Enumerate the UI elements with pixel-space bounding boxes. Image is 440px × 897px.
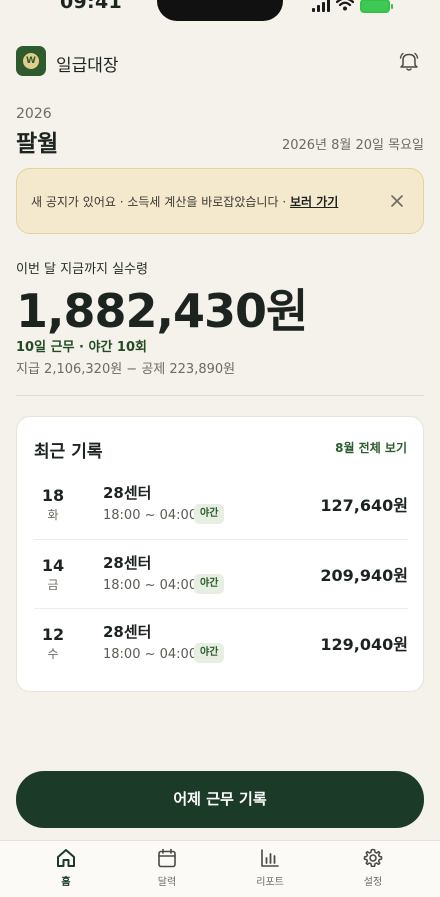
section-divider	[16, 395, 424, 396]
month-title: 팔월	[16, 131, 59, 157]
home-icon	[57, 849, 75, 867]
status-icons	[312, 0, 393, 15]
app-logo: W	[16, 46, 46, 76]
view-all-link[interactable]: 8월 전체 보기	[335, 439, 407, 456]
notice-message: 새 공지가 있어요 · 소득세 계산을 바로잡았습니다 ·	[31, 195, 290, 209]
record-weekday: 화	[47, 508, 59, 522]
tab-label: 홈	[61, 877, 71, 888]
year-label: 2026	[16, 106, 52, 122]
tab-calendar[interactable]: 달력	[127, 847, 207, 891]
work-count: 10일 근무 · 야간 10회	[16, 340, 147, 355]
log-yesterday-button[interactable]: 어제 근무 기록	[16, 771, 424, 828]
recent-records-card: 최근 기록 8월 전체 보기 18 화 28센터 18:00 ~ 04:00 야…	[16, 416, 424, 692]
tab-label: 리포트	[256, 877, 284, 888]
record-wage: 129,040원	[320, 635, 408, 654]
record-row[interactable]: 14 금 28센터 18:00 ~ 04:00 야간 209,940원	[34, 539, 408, 608]
status-time: 09:41	[60, 0, 122, 13]
wifi-icon	[335, 0, 355, 15]
notice-text: 새 공지가 있어요 · 소득세 계산을 바로잡았습니다 · 보러 가기	[31, 193, 338, 210]
tab-label: 설정	[363, 877, 383, 888]
dynamic-island	[157, 0, 283, 21]
record-weekday: 수	[47, 647, 59, 661]
record-time: 18:00 ~ 04:00	[103, 647, 198, 662]
app-header: W 일급대장	[16, 44, 424, 78]
record-wage: 127,640원	[320, 496, 408, 515]
status-bar: 09:41	[0, 0, 440, 21]
record-row[interactable]: 18 화 28센터 18:00 ~ 04:00 야간 127,640원	[34, 470, 408, 539]
record-day: 12	[41, 625, 65, 644]
bottom-tab-bar: 홈 달력 리포트 설정	[0, 840, 440, 897]
notice-link[interactable]: 보러 가기	[290, 195, 338, 209]
tab-report[interactable]: 리포트	[230, 847, 310, 891]
gear-icon	[363, 848, 383, 867]
calendar-icon	[158, 848, 176, 868]
record-weekday: 금	[47, 578, 59, 592]
bell-icon[interactable]	[398, 50, 420, 72]
record-row[interactable]: 12 수 28센터 18:00 ~ 04:00 야간 129,040원	[34, 608, 408, 677]
record-place: 28센터	[103, 484, 152, 502]
record-place: 28센터	[103, 623, 152, 641]
current-date: 2026년 8월 20일 목요일	[281, 138, 424, 153]
tab-label: 달력	[157, 877, 177, 888]
night-badge: 야간	[194, 574, 225, 594]
close-icon[interactable]	[389, 193, 405, 209]
logo-letter: W	[23, 53, 39, 69]
bar-chart-icon	[261, 849, 279, 867]
record-wage: 209,940원	[320, 566, 408, 585]
app-name: 일급대장	[56, 56, 119, 76]
record-place: 28센터	[103, 554, 152, 572]
battery-icon	[360, 0, 393, 13]
record-day: 18	[41, 486, 65, 505]
record-time: 18:00 ~ 04:00	[103, 578, 198, 593]
tab-settings[interactable]: 설정	[333, 847, 413, 891]
tab-home[interactable]: 홈	[26, 847, 106, 891]
recent-records-title: 최근 기록	[34, 442, 103, 462]
earnings-breakdown: 지급 2,106,320원 − 공제 223,890원	[16, 362, 236, 377]
earnings-amount: 1,882,430원	[16, 284, 308, 338]
signal-icon	[312, 0, 330, 12]
record-day: 14	[41, 556, 65, 575]
notice-banner: 새 공지가 있어요 · 소득세 계산을 바로잡았습니다 · 보러 가기	[16, 168, 424, 234]
night-badge: 야간	[194, 643, 225, 663]
night-badge: 야간	[194, 504, 225, 524]
record-time: 18:00 ~ 04:00	[103, 508, 198, 523]
